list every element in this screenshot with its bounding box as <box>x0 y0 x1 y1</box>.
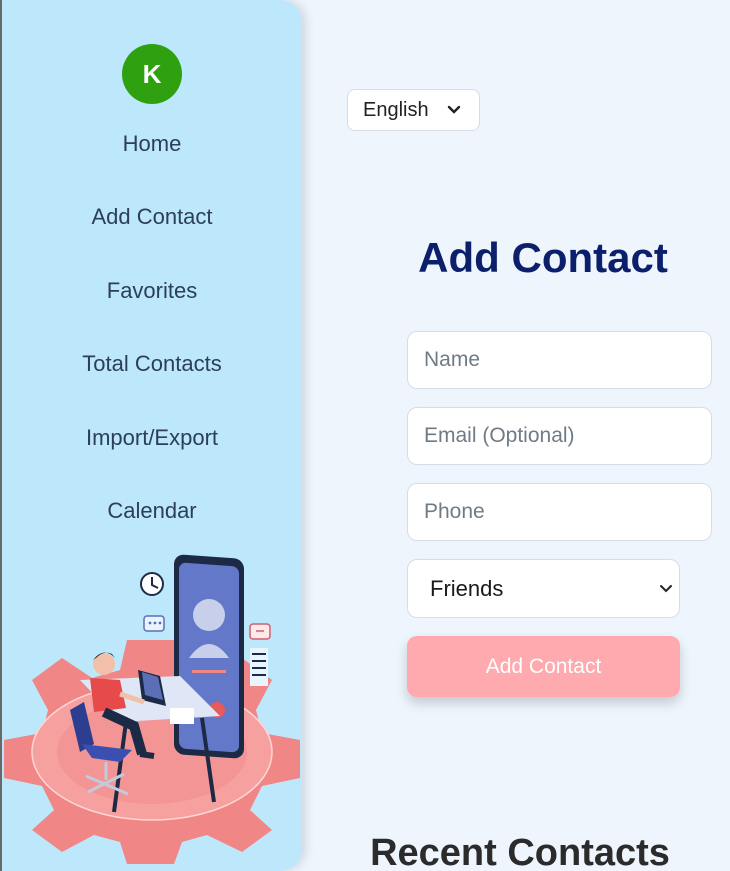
sidebar-item-home[interactable]: Home <box>2 130 302 158</box>
add-contact-button[interactable]: Add Contact <box>407 636 680 697</box>
sidebar-item-add-contact[interactable]: Add Contact <box>2 203 302 231</box>
sidebar-item-total-contacts[interactable]: Total Contacts <box>2 350 302 378</box>
sidebar-item-calendar[interactable]: Calendar <box>2 497 302 525</box>
avatar[interactable]: K <box>122 44 182 104</box>
sidebar: K Home Add Contact Favorites Total Conta… <box>2 0 302 871</box>
language-select[interactable]: English <box>347 89 480 131</box>
page-title: Add Contact <box>418 234 668 281</box>
chevron-down-icon <box>447 105 461 114</box>
document-icon <box>250 648 268 686</box>
phone-input[interactable] <box>407 483 712 541</box>
contact-support-illustration <box>4 554 300 864</box>
language-selected: English <box>363 98 429 121</box>
chevron-down-icon <box>660 585 672 593</box>
name-input[interactable] <box>407 331 712 389</box>
phone-icon <box>174 554 244 759</box>
group-select[interactable]: Friends <box>407 559 680 618</box>
email-input[interactable] <box>407 407 712 465</box>
recent-contacts-heading: Recent Contacts <box>370 832 670 871</box>
sidebar-item-import-export[interactable]: Import/Export <box>2 424 302 452</box>
clock-icon <box>140 572 164 596</box>
sidebar-item-favorites[interactable]: Favorites <box>2 277 302 305</box>
group-selected: Friends <box>430 575 504 601</box>
